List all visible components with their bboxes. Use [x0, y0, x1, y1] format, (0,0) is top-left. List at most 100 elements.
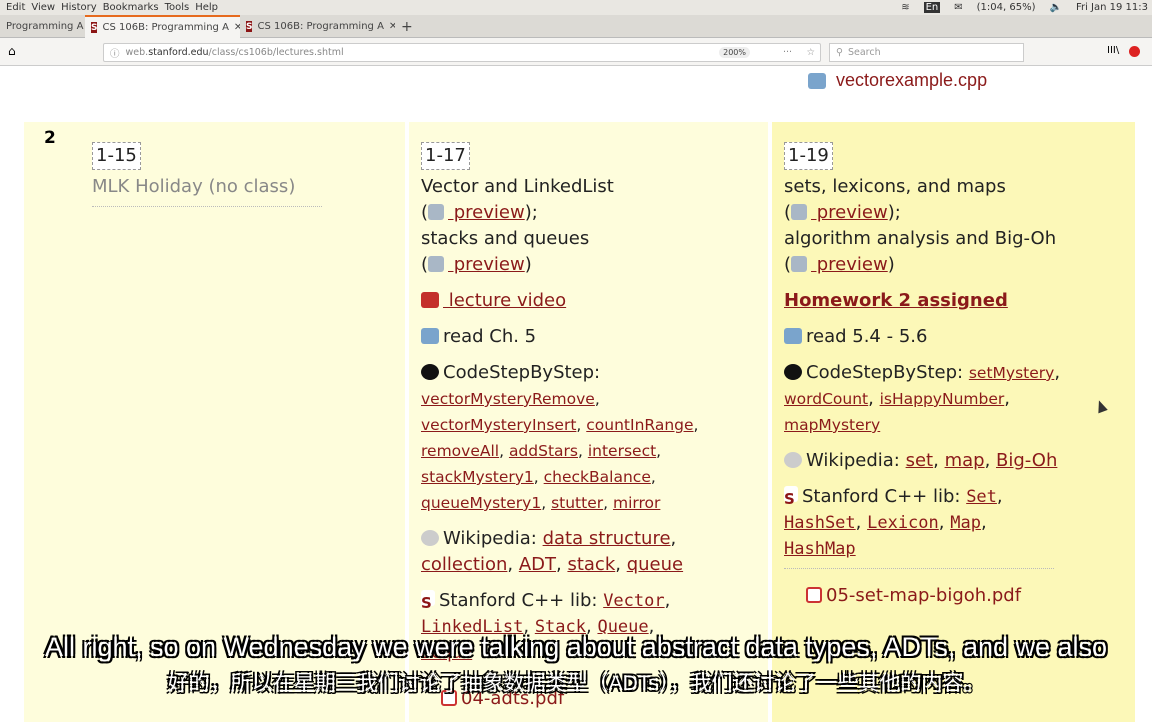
divider	[784, 568, 1054, 569]
subtitle-chinese: 好的，所以在星期三我们讨论了抽象数据类型（ADTs），我们还讨论了一些其他的内容…	[167, 672, 985, 695]
volume-icon[interactable]: 🔈	[1050, 2, 1062, 13]
search-input[interactable]: ⚲ Search	[829, 43, 1024, 62]
lib-link[interactable]: HashMap	[784, 539, 856, 559]
more-icon[interactable]: ···	[783, 47, 792, 58]
reading: read 5.4 - 5.6	[806, 326, 928, 347]
problem-link[interactable]: removeAll	[421, 442, 499, 460]
preview-link[interactable]: preview	[811, 202, 888, 223]
wiki-link[interactable]: set	[906, 450, 934, 471]
wikipedia-icon	[421, 530, 439, 546]
preview-link[interactable]: preview	[448, 202, 525, 223]
tab-1[interactable]: Programming A✕	[0, 15, 85, 38]
problem-link[interactable]: isHappyNumber	[880, 390, 1005, 408]
menu-help[interactable]: Help	[195, 2, 218, 13]
menu-history[interactable]: History	[61, 2, 97, 13]
wiki-link[interactable]: Big-Oh	[996, 450, 1057, 471]
home-icon[interactable]: ⌂	[8, 44, 16, 58]
problem-link[interactable]: vectorMysteryInsert	[421, 416, 576, 434]
search-placeholder: Search	[847, 47, 881, 58]
wiki-link[interactable]: ADT	[519, 554, 556, 575]
problem-link[interactable]: vectorMysteryRemove	[421, 390, 595, 408]
clock[interactable]: Fri Jan 19 11:3	[1076, 2, 1148, 13]
date-label: 1-15	[92, 142, 141, 170]
address-bar[interactable]: ⓘ web.stanford.edu/class/cs106b/lectures…	[103, 43, 821, 62]
url-path: /class/cs106b/lectures.shtml	[208, 47, 344, 58]
tab-3[interactable]: S CS 106B: Programming A ✕	[240, 15, 395, 38]
problem-link[interactable]: wordCount	[784, 390, 868, 408]
cpp-file-icon	[808, 72, 826, 89]
info-icon[interactable]: ⓘ	[110, 46, 120, 60]
pdf-icon	[806, 587, 822, 603]
menu-tools[interactable]: Tools	[165, 2, 190, 13]
topic: sets, lexicons, and maps	[784, 176, 1006, 197]
date-label: 1-19	[784, 142, 833, 170]
problem-link[interactable]: setMystery	[969, 364, 1054, 382]
vectorexample-link[interactable]: vectorexample.cpp	[836, 70, 987, 91]
preview-icon	[791, 256, 808, 272]
tab-title: CS 106B: Programming A	[102, 22, 229, 33]
stanford-icon: S	[421, 590, 435, 612]
new-tab-button[interactable]: +	[395, 15, 425, 38]
keyboard-layout[interactable]: En	[923, 2, 941, 13]
preview-link[interactable]: preview	[448, 254, 525, 275]
menu-bar: Edit View History Bookmarks Tools Help ≋…	[0, 0, 1152, 15]
lib-link[interactable]: Lexicon	[867, 513, 939, 533]
wiki-link[interactable]: stack	[567, 554, 615, 575]
lectures-page: vectorexample.cpp 2 1-15 MLK Holiday (no…	[0, 67, 1152, 722]
lecture-title: MLK Holiday (no class)	[92, 176, 296, 197]
lib-link[interactable]: Vector	[603, 591, 664, 611]
system-tray: ≋ En ✉ (1:04, 65%) 🔈 Fri Jan 19 11:3	[895, 0, 1152, 15]
mail-icon[interactable]: ✉	[954, 2, 962, 13]
problem-link[interactable]: mapMystery	[784, 416, 880, 434]
wikipedia-icon	[784, 452, 802, 468]
topic: stacks and queues	[421, 228, 590, 249]
wiki-link[interactable]: collection	[421, 554, 507, 575]
menu-edit[interactable]: Edit	[6, 2, 25, 13]
preview-icon	[428, 256, 445, 272]
lib-link[interactable]: Set	[966, 487, 997, 507]
menu-view[interactable]: View	[31, 2, 55, 13]
problem-link[interactable]: stackMystery1	[421, 468, 534, 486]
bookmark-star-icon[interactable]: ☆	[806, 47, 815, 58]
library-icon[interactable]: III\	[1107, 45, 1119, 56]
problem-link[interactable]: stutter	[551, 494, 603, 512]
lib-link[interactable]: Map	[950, 513, 981, 533]
reading: read Ch. 5	[443, 326, 537, 347]
problem-link[interactable]: queueMystery1	[421, 494, 541, 512]
slides-pdf-link[interactable]: 05-set-map-bigoh.pdf	[826, 585, 1021, 606]
wiki-link[interactable]: map	[945, 450, 985, 471]
search-icon: ⚲	[836, 47, 843, 58]
tab-title: CS 106B: Programming A	[257, 21, 384, 32]
wiki-label: Wikipedia:	[443, 528, 537, 549]
problem-link[interactable]: countInRange	[586, 416, 693, 434]
problem-link[interactable]: addStars	[509, 442, 578, 460]
lib-label: Stanford C++ lib:	[439, 590, 598, 611]
date-label: 1-17	[421, 142, 470, 170]
file-link[interactable]: vectorexample.cpp	[808, 70, 987, 91]
homework-link[interactable]: Homework 2 assigned	[784, 290, 1008, 311]
menu-bookmarks[interactable]: Bookmarks	[103, 2, 159, 13]
problem-link[interactable]: mirror	[613, 494, 660, 512]
wiki-link[interactable]: queue	[627, 554, 683, 575]
wifi-icon[interactable]: ≋	[901, 2, 909, 13]
csbs-label: CodeStepByStep:	[806, 362, 964, 383]
codestepbystep-icon	[421, 364, 439, 380]
url-prefix: web.	[125, 47, 149, 58]
zoom-level[interactable]: 200%	[719, 47, 750, 58]
youtube-icon	[421, 292, 439, 308]
problem-link[interactable]: intersect	[588, 442, 656, 460]
preview-link[interactable]: preview	[811, 254, 888, 275]
csbs-label: CodeStepByStep:	[443, 362, 601, 383]
book-icon	[421, 328, 439, 344]
lib-label: Stanford C++ lib:	[802, 486, 961, 507]
wiki-link[interactable]: data structure	[543, 528, 671, 549]
adblock-icon[interactable]	[1129, 46, 1140, 57]
tab-2[interactable]: SCS 106B: Programming A✕	[85, 15, 240, 38]
lib-link[interactable]: HashSet	[784, 513, 856, 533]
problem-link[interactable]: checkBalance	[544, 468, 651, 486]
topic: algorithm analysis and Big-Oh	[784, 228, 1057, 249]
lecture-video-link[interactable]: lecture video	[443, 290, 566, 311]
divider	[92, 206, 322, 207]
tab-bar: Programming A✕ SCS 106B: Programming A✕ …	[0, 15, 1152, 38]
battery-status[interactable]: (1:04, 65%)	[977, 2, 1036, 13]
